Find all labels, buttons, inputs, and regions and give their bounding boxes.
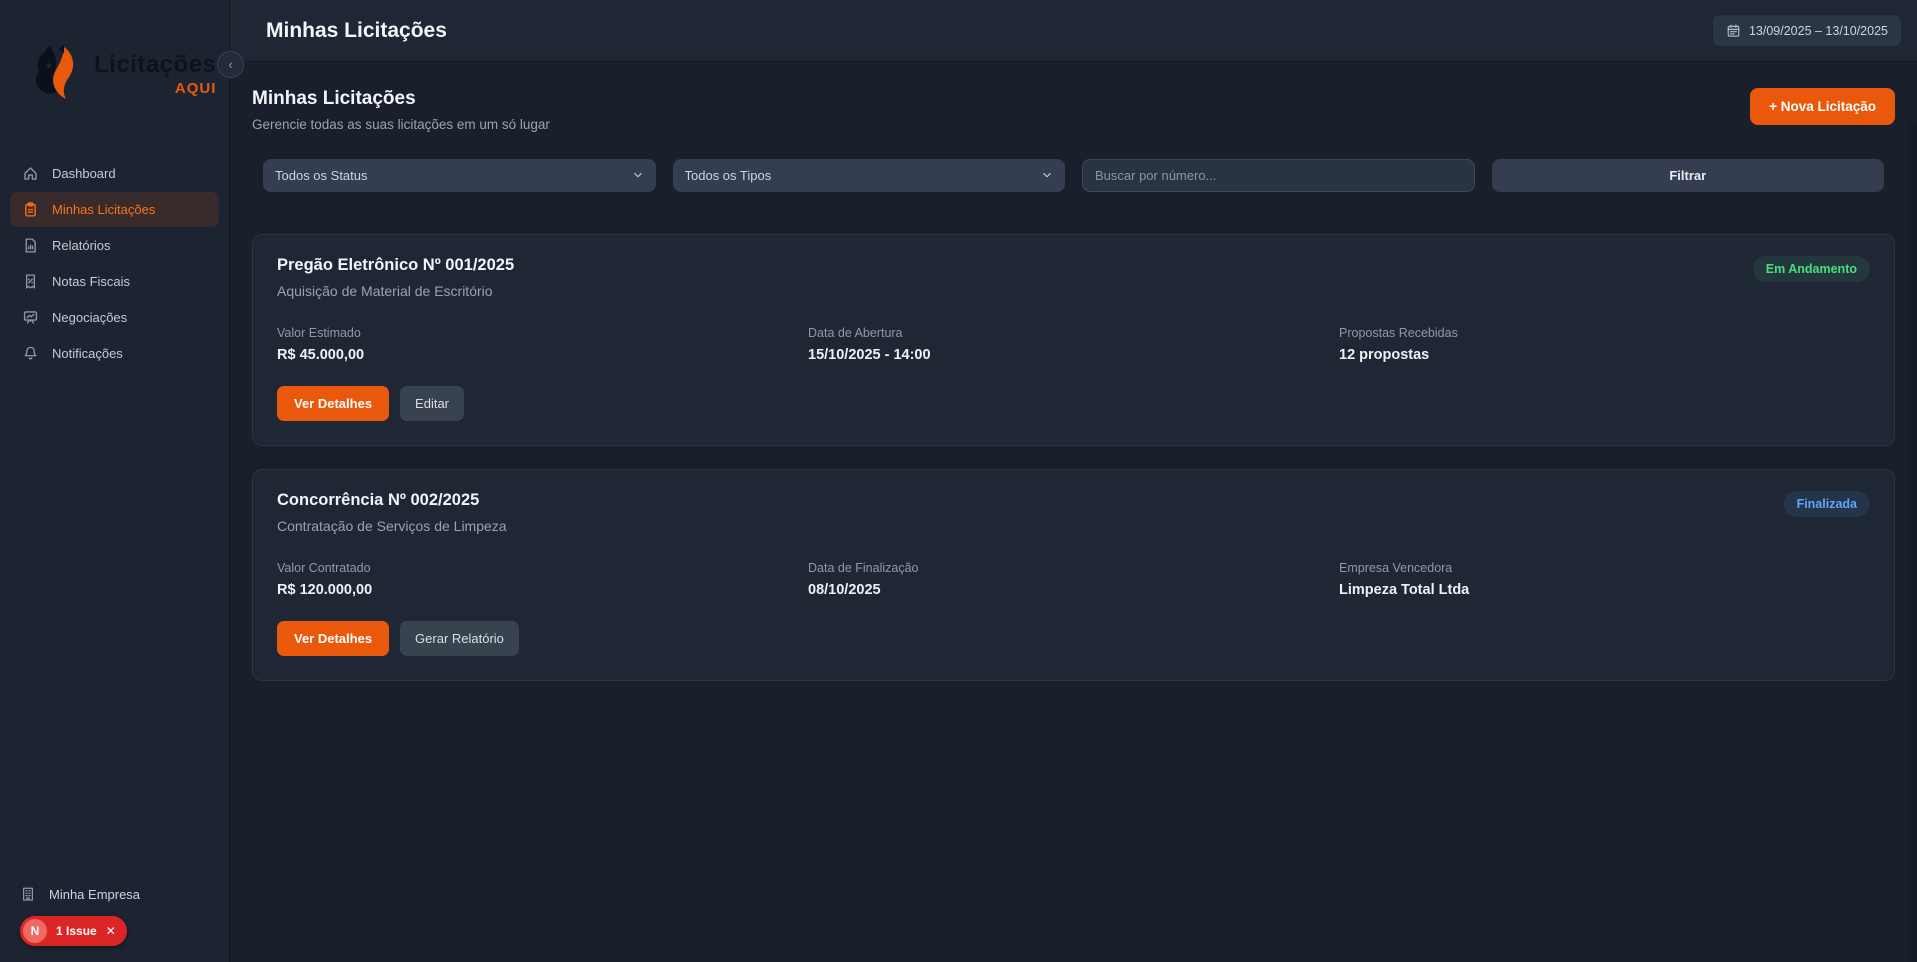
search-input[interactable]	[1082, 159, 1475, 192]
card-head-text: Concorrência Nº 002/2025 Contratação de …	[277, 491, 507, 534]
field-valor-estimado: Valor Estimado R$ 45.000,00	[277, 326, 808, 363]
filter-bar: Todos os Status Todos os Tipos Filtrar	[252, 159, 1895, 192]
field-label: Data de Abertura	[808, 326, 1339, 340]
field-value: 15/10/2025 - 14:00	[808, 347, 1339, 363]
issue-avatar: N	[23, 919, 47, 943]
field-propostas-recebidas: Propostas Recebidas 12 propostas	[1339, 326, 1870, 363]
filter-button[interactable]: Filtrar	[1492, 159, 1885, 192]
bell-icon	[22, 345, 39, 362]
field-data-abertura: Data de Abertura 15/10/2025 - 14:00	[808, 326, 1339, 363]
sidebar-item-label: Notificações	[52, 346, 123, 361]
licitacao-card-001: Pregão Eletrônico Nº 001/2025 Aquisição …	[252, 234, 1895, 446]
field-value: R$ 120.000,00	[277, 582, 808, 598]
field-empresa-vencedora: Empresa Vencedora Limpeza Total Ltda	[1339, 561, 1870, 598]
sidebar-item-minhas-licitacoes[interactable]: Minhas Licitações	[10, 192, 219, 227]
field-label: Propostas Recebidas	[1339, 326, 1870, 340]
card-title: Pregão Eletrônico Nº 001/2025	[277, 256, 514, 275]
ver-detalhes-button[interactable]: Ver Detalhes	[277, 386, 389, 421]
sidebar: Licitações AQUI Dashboard Minhas Licitaç…	[0, 0, 230, 962]
sidebar-item-label: Minhas Licitações	[52, 202, 155, 217]
field-value: 12 propostas	[1339, 347, 1870, 363]
sidebar-collapse-button[interactable]: ‹	[217, 51, 244, 78]
status-filter-select[interactable]: Todos os Status	[263, 159, 656, 192]
issue-badge[interactable]: N 1 Issue ✕	[20, 916, 127, 946]
brand-subtitle: AQUI	[175, 80, 217, 97]
sidebar-item-label: Relatórios	[52, 238, 111, 253]
home-icon	[22, 165, 39, 182]
main-area: Minhas Licitações 13/09/2025 – 13/10/202…	[230, 0, 1917, 962]
page-head-text: Minhas Licitações Gerencie todas as suas…	[252, 88, 550, 132]
status-badge: Finalizada	[1784, 491, 1870, 517]
type-filter-wrap: Todos os Tipos	[673, 159, 1066, 192]
field-label: Empresa Vencedora	[1339, 561, 1870, 575]
sidebar-item-label: Dashboard	[52, 166, 116, 181]
date-range-picker[interactable]: 13/09/2025 – 13/10/2025	[1713, 15, 1901, 46]
page-head: Minhas Licitações Gerencie todas as suas…	[252, 88, 1895, 132]
brand-text: Licitações AQUI	[94, 51, 216, 97]
report-document-icon	[22, 237, 39, 254]
sidebar-item-relatorios[interactable]: Relatórios	[10, 228, 219, 263]
sidebar-item-label: Notas Fiscais	[52, 274, 130, 289]
app-root: Licitações AQUI Dashboard Minhas Licitaç…	[0, 0, 1917, 962]
top-header: Minhas Licitações 13/09/2025 – 13/10/202…	[230, 0, 1917, 62]
brand-title: Licitações	[94, 51, 216, 79]
status-filter-wrap: Todos os Status	[263, 159, 656, 192]
calendar-icon	[1726, 23, 1741, 38]
field-value: R$ 45.000,00	[277, 347, 808, 363]
presentation-chart-icon	[22, 309, 39, 326]
card-subtitle: Contratação de Serviços de Limpeza	[277, 518, 507, 534]
card-fields: Valor Contratado R$ 120.000,00 Data de F…	[277, 561, 1870, 598]
sidebar-item-notas-fiscais[interactable]: Notas Fiscais	[10, 264, 219, 299]
building-icon	[20, 886, 36, 902]
content-area: Minhas Licitações Gerencie todas as suas…	[230, 62, 1917, 962]
card-fields: Valor Estimado R$ 45.000,00 Data de Aber…	[277, 326, 1870, 363]
field-label: Valor Estimado	[277, 326, 808, 340]
page-title: Minhas Licitações	[252, 88, 550, 110]
ver-detalhes-button[interactable]: Ver Detalhes	[277, 621, 389, 656]
card-head: Pregão Eletrônico Nº 001/2025 Aquisição …	[277, 256, 1870, 299]
card-head: Concorrência Nº 002/2025 Contratação de …	[277, 491, 1870, 534]
licitacao-card-002: Concorrência Nº 002/2025 Contratação de …	[252, 469, 1895, 681]
close-icon[interactable]: ✕	[106, 925, 116, 937]
field-label: Data de Finalização	[808, 561, 1339, 575]
field-valor-contratado: Valor Contratado R$ 120.000,00	[277, 561, 808, 598]
card-subtitle: Aquisição de Material de Escritório	[277, 283, 514, 299]
header-title: Minhas Licitações	[266, 19, 447, 43]
sidebar-item-dashboard[interactable]: Dashboard	[10, 156, 219, 191]
card-head-text: Pregão Eletrônico Nº 001/2025 Aquisição …	[277, 256, 514, 299]
company-label: Minha Empresa	[49, 887, 140, 902]
card-actions: Ver Detalhes Editar	[277, 386, 1870, 421]
status-badge: Em Andamento	[1753, 256, 1870, 282]
chevron-left-icon: ‹	[228, 57, 232, 72]
sidebar-item-label: Negociações	[52, 310, 127, 325]
nova-licitacao-button[interactable]: + Nova Licitação	[1750, 88, 1895, 125]
clipboard-icon	[22, 201, 39, 218]
receipt-icon	[22, 273, 39, 290]
type-filter-select[interactable]: Todos os Tipos	[673, 159, 1066, 192]
scrollbar-gutter[interactable]	[1909, 124, 1917, 962]
page-subtitle: Gerencie todas as suas licitações em um …	[252, 117, 550, 132]
sidebar-nav: Dashboard Minhas Licitações Relatórios N…	[0, 148, 229, 379]
editar-button[interactable]: Editar	[400, 386, 464, 421]
sidebar-footer: Minha Empresa N 1 Issue ✕	[0, 876, 229, 962]
sidebar-item-minha-empresa[interactable]: Minha Empresa	[20, 886, 213, 902]
sidebar-item-negociacoes[interactable]: Negociações	[10, 300, 219, 335]
card-title: Concorrência Nº 002/2025	[277, 491, 507, 510]
field-value: 08/10/2025	[808, 582, 1339, 598]
issue-count-label: 1 Issue	[56, 924, 97, 938]
card-actions: Ver Detalhes Gerar Relatório	[277, 621, 1870, 656]
date-range-label: 13/09/2025 – 13/10/2025	[1749, 24, 1888, 38]
lion-logo-icon	[30, 39, 86, 109]
sidebar-item-notificacoes[interactable]: Notificações	[10, 336, 219, 371]
field-label: Valor Contratado	[277, 561, 808, 575]
brand-logo: Licitações AQUI	[0, 0, 229, 148]
field-value: Limpeza Total Ltda	[1339, 582, 1870, 598]
gerar-relatorio-button[interactable]: Gerar Relatório	[400, 621, 519, 656]
field-data-finalizacao: Data de Finalização 08/10/2025	[808, 561, 1339, 598]
